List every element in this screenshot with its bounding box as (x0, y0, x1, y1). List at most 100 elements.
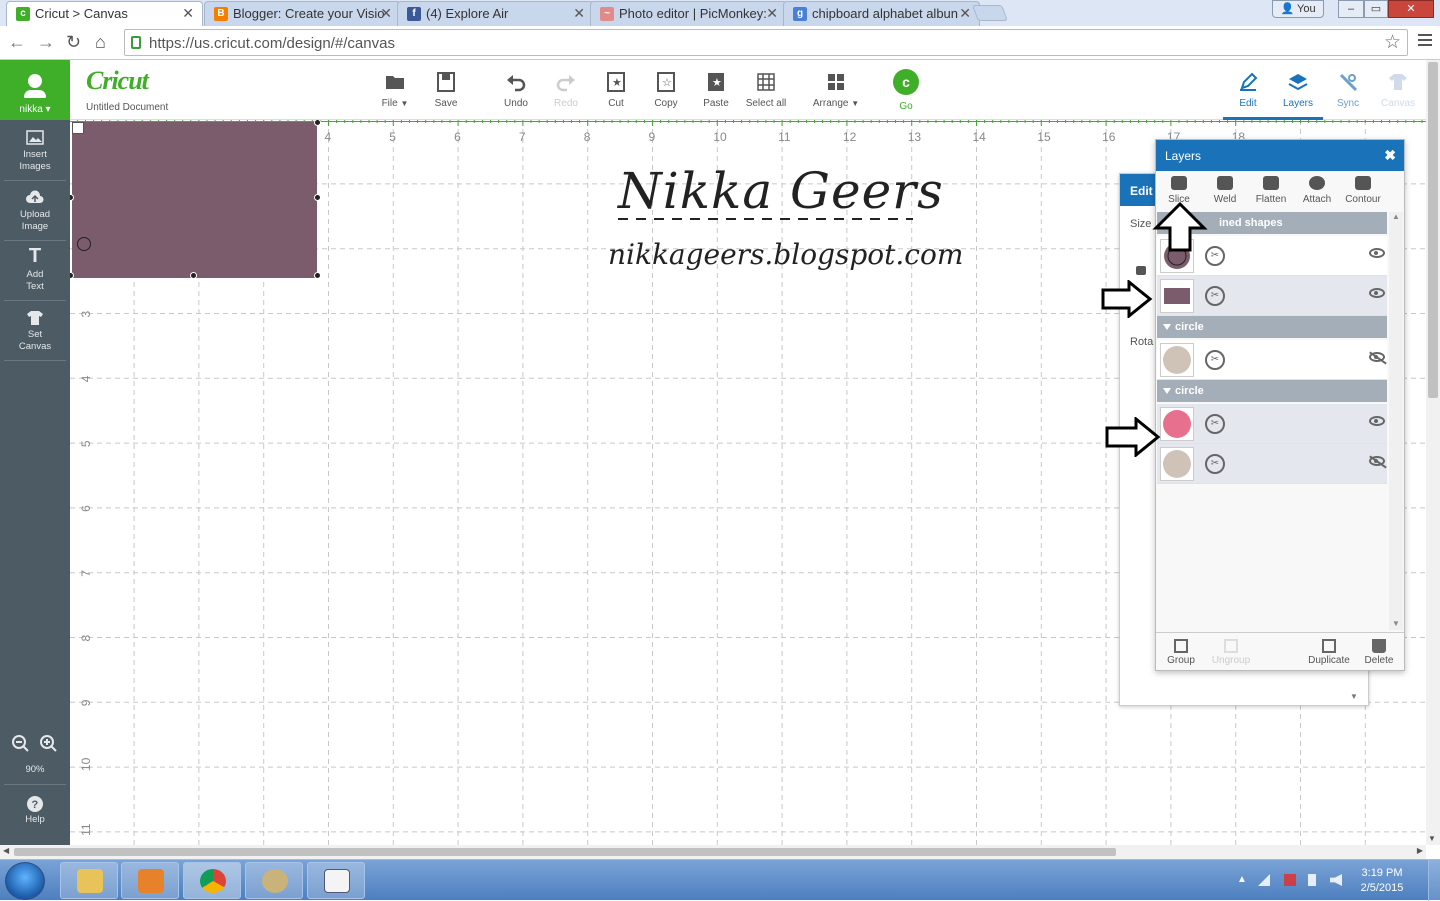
select-all-button[interactable]: Select all (738, 72, 794, 109)
lock-icon[interactable] (1136, 266, 1146, 275)
redo-button[interactable]: Redo (538, 72, 594, 109)
scroll-down-icon[interactable]: ▼ (1350, 692, 1358, 701)
selected-rectangle-shape[interactable] (72, 122, 317, 278)
scroll-left-icon[interactable]: ◀ (3, 846, 9, 855)
browser-tab-cricut[interactable]: c Cricut > Canvas ✕ (6, 1, 203, 26)
weld-button[interactable]: Weld (1202, 176, 1248, 205)
go-button[interactable]: c Go (878, 69, 934, 112)
cut-scissors-icon[interactable]: ✂ (1205, 414, 1225, 434)
resize-handle[interactable] (314, 272, 321, 279)
taskbar-explorer-button[interactable] (60, 862, 118, 899)
layer-row[interactable]: ✂ (1157, 276, 1387, 316)
volume-icon[interactable] (1330, 874, 1342, 886)
minimize-button[interactable]: – (1338, 0, 1364, 18)
browser-tab-google[interactable]: g chipboard alphabet albun ✕ (783, 1, 980, 26)
upload-image-button[interactable]: Upload Image (0, 190, 70, 233)
copy-button[interactable]: ☆ Copy (638, 72, 694, 109)
add-text-button[interactable]: T Add Text (0, 246, 70, 293)
close-window-button[interactable]: ✕ (1388, 0, 1434, 18)
back-icon[interactable]: ← (8, 32, 26, 53)
layer-row[interactable]: ✂ (1157, 444, 1387, 484)
close-tab-icon[interactable]: ✕ (766, 5, 778, 22)
scrollbar-thumb[interactable] (1428, 62, 1438, 398)
insert-images-button[interactable]: Insert Images (0, 130, 70, 173)
zoom-out-icon[interactable] (11, 734, 31, 757)
close-icon[interactable]: ✖ (1384, 147, 1396, 164)
contour-button[interactable]: Contour (1340, 176, 1386, 205)
browser-tab-facebook[interactable]: f (4) Explore Air ✕ (397, 1, 594, 26)
flatten-button[interactable]: Flatten (1248, 176, 1294, 205)
taskbar-wordpad-button[interactable] (307, 862, 365, 899)
ungroup-button[interactable]: Ungroup (1206, 639, 1256, 666)
start-button-icon[interactable] (5, 862, 45, 900)
scroll-down-icon[interactable]: ▼ (1428, 834, 1436, 843)
reload-icon[interactable]: ↻ (66, 32, 81, 53)
tab-sync[interactable]: Sync (1320, 72, 1376, 109)
close-tab-icon[interactable]: ✕ (959, 5, 971, 22)
forward-icon[interactable]: → (37, 32, 55, 53)
file-button[interactable]: File ▼ (367, 72, 423, 109)
layer-group-header[interactable]: circle (1157, 316, 1387, 338)
resize-handle[interactable] (190, 272, 197, 279)
cut-scissors-icon[interactable]: ✂ (1205, 454, 1225, 474)
set-canvas-button[interactable]: Set Canvas (0, 310, 70, 353)
eye-icon[interactable] (1369, 288, 1385, 298)
layer-row[interactable]: ✂ (1157, 340, 1387, 380)
taskbar-chrome-button[interactable] (183, 862, 241, 899)
eye-hidden-icon[interactable] (1369, 456, 1385, 466)
system-clock[interactable]: 3:19 PM 2/5/2015 (1352, 866, 1412, 896)
layers-scrollbar[interactable]: ▲ ▼ (1389, 212, 1403, 630)
profile-button[interactable]: 👤 You (1272, 0, 1324, 18)
cut-scissors-icon[interactable]: ✂ (1205, 246, 1225, 266)
scroll-right-icon[interactable]: ▶ (1417, 846, 1423, 855)
taskbar-paint-button[interactable] (245, 862, 303, 899)
browser-tab-blogger[interactable]: B Blogger: Create your Visio ✕ (204, 1, 401, 26)
taskbar-media-button[interactable] (121, 862, 179, 899)
address-bar[interactable]: https://us.cricut.com/design/#/canvas ☆ (124, 29, 1408, 56)
rotate-handle-icon[interactable] (77, 237, 91, 251)
undo-button[interactable]: Undo (488, 72, 544, 109)
scrollbar-thumb[interactable] (14, 848, 1116, 856)
cut-scissors-icon[interactable]: ✂ (1205, 286, 1225, 306)
duplicate-button[interactable]: Duplicate (1304, 639, 1354, 666)
horizontal-scrollbar[interactable]: ◀ ▶ (0, 845, 1426, 859)
layer-row[interactable]: ✂ (1157, 404, 1387, 444)
slice-button[interactable]: Slice (1156, 176, 1202, 205)
user-menu[interactable]: nikka ▾ (0, 60, 70, 120)
delete-button[interactable]: Delete (1354, 639, 1404, 666)
delete-handle[interactable] (72, 122, 84, 134)
resize-handle[interactable] (314, 194, 321, 201)
cut-button[interactable]: ★ Cut (588, 72, 644, 109)
maximize-button[interactable]: ▭ (1364, 0, 1388, 18)
group-button[interactable]: Group (1156, 639, 1206, 666)
browser-menu-icon[interactable] (1418, 34, 1432, 48)
paste-button[interactable]: ★ Paste (688, 72, 744, 109)
eye-icon[interactable] (1369, 248, 1385, 258)
zoom-in-icon[interactable] (39, 734, 59, 757)
close-tab-icon[interactable]: ✕ (573, 5, 585, 22)
battery-icon[interactable] (1284, 874, 1296, 886)
flag-icon[interactable] (1308, 874, 1316, 886)
new-tab-button[interactable] (972, 5, 1008, 21)
save-button[interactable]: Save (418, 72, 474, 109)
show-desktop-button[interactable] (1428, 860, 1440, 901)
attach-button[interactable]: Attach (1294, 176, 1340, 205)
browser-tab-picmonkey[interactable]: ~ Photo editor | PicMonkey: ✕ (590, 1, 787, 26)
tray-expand-icon[interactable]: ▲ (1237, 874, 1247, 885)
bookmark-star-icon[interactable]: ☆ (1384, 31, 1401, 54)
close-tab-icon[interactable]: ✕ (182, 5, 194, 22)
document-name[interactable]: Untitled Document (86, 102, 168, 113)
network-signal-icon[interactable] (1258, 874, 1270, 886)
home-icon[interactable]: ⌂ (95, 32, 106, 53)
eye-hidden-icon[interactable] (1369, 352, 1385, 362)
eye-icon[interactable] (1369, 416, 1385, 426)
help-button[interactable]: ? Help (0, 795, 70, 826)
layer-group-header[interactable]: circle (1157, 380, 1387, 402)
tab-layers[interactable]: Layers (1270, 72, 1326, 109)
tab-canvas[interactable]: Canvas (1370, 72, 1426, 109)
vertical-scrollbar[interactable]: ▼ (1426, 60, 1440, 845)
cut-scissors-icon[interactable]: ✂ (1205, 350, 1225, 370)
arrange-button[interactable]: Arrange ▼ (808, 72, 864, 109)
close-tab-icon[interactable]: ✕ (380, 5, 392, 22)
tab-edit[interactable]: Edit (1220, 72, 1276, 109)
